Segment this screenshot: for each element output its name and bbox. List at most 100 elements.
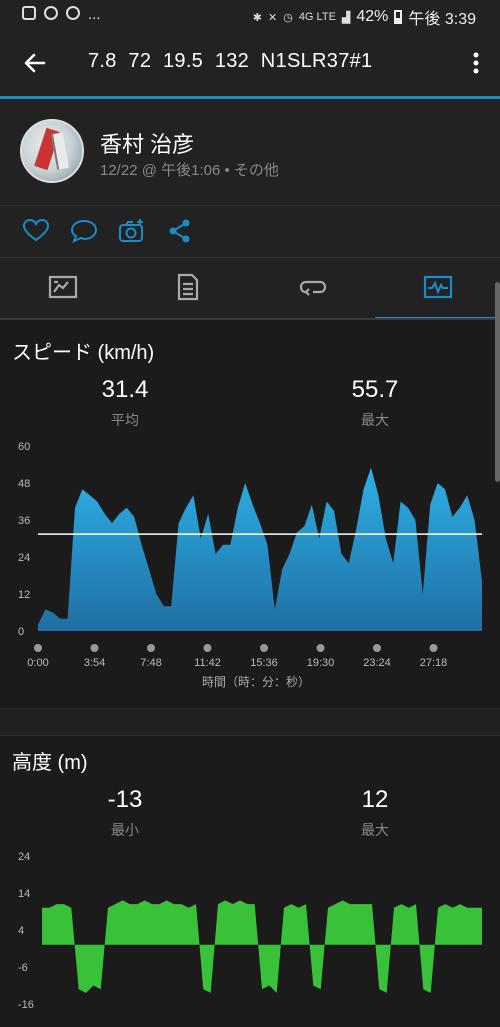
scrollbar[interactable] xyxy=(495,282,500,482)
x-tick-label: 11:42 xyxy=(194,657,221,669)
data-point xyxy=(254,904,255,905)
tab-map[interactable] xyxy=(0,258,125,320)
data-point xyxy=(178,523,179,524)
data-point xyxy=(341,553,342,554)
data-point xyxy=(188,907,189,908)
data-point xyxy=(313,985,314,986)
data-point xyxy=(430,504,431,505)
data-point xyxy=(291,904,292,905)
data-point xyxy=(474,519,475,520)
data-point xyxy=(239,900,240,901)
signal-icon: ▟ xyxy=(341,11,351,24)
data-point xyxy=(400,501,401,502)
data-point xyxy=(422,593,423,594)
data-point xyxy=(267,544,268,545)
arrow-left-icon[interactable] xyxy=(20,48,50,78)
data-point xyxy=(49,907,50,908)
data-point xyxy=(430,992,431,993)
data-point xyxy=(163,606,164,607)
data-point xyxy=(63,904,64,905)
data-point xyxy=(181,904,182,905)
elevation-max-label: 最大 xyxy=(361,822,389,838)
data-point xyxy=(222,544,223,545)
data-point xyxy=(269,985,270,986)
data-point xyxy=(119,513,120,514)
avatar[interactable] xyxy=(20,119,84,183)
elevation-min-label: 最小 xyxy=(111,822,139,838)
tab-charts[interactable] xyxy=(375,258,500,320)
share-icon[interactable] xyxy=(166,218,194,244)
data-point xyxy=(217,904,218,905)
section-gap xyxy=(0,708,500,736)
x-tick-label: 15:36 xyxy=(250,657,278,669)
x-tick-label: 27:18 xyxy=(420,657,448,669)
data-point xyxy=(474,907,475,908)
data-point xyxy=(364,904,365,905)
x-tick-label: 7:48 xyxy=(140,657,161,669)
data-point xyxy=(137,904,138,905)
data-point xyxy=(215,553,216,554)
data-point xyxy=(56,904,57,905)
data-point xyxy=(319,538,320,539)
y-tick-label: 24 xyxy=(18,552,30,564)
data-point xyxy=(408,907,409,908)
data-point xyxy=(386,992,387,993)
data-point xyxy=(67,618,68,619)
data-point xyxy=(247,904,248,905)
bluetooth-icon: ✱ xyxy=(252,11,262,24)
y-tick-label: 36 xyxy=(18,515,30,527)
elevation-area xyxy=(42,900,482,993)
speed-section-title: スピード (km/h) xyxy=(12,342,155,364)
data-point xyxy=(41,907,42,908)
speed-avg-value: 31.4 xyxy=(101,376,149,403)
map-icon xyxy=(48,275,78,299)
battery-icon xyxy=(394,10,403,24)
data-point xyxy=(283,907,284,908)
data-point xyxy=(82,489,83,490)
data-point xyxy=(357,904,358,905)
data-point xyxy=(159,904,160,905)
tab-divider xyxy=(0,318,500,320)
data-point xyxy=(107,907,108,908)
tab-details[interactable] xyxy=(125,258,250,320)
laps-icon xyxy=(299,280,327,296)
data-point xyxy=(452,907,453,908)
data-point xyxy=(225,900,226,901)
camera-add-icon[interactable] xyxy=(118,218,146,244)
data-point xyxy=(481,907,482,908)
data-point xyxy=(274,609,275,610)
x-tick-marker xyxy=(203,644,212,652)
data-point xyxy=(232,904,233,905)
data-point xyxy=(311,504,312,505)
comment-icon[interactable] xyxy=(70,218,98,244)
data-point xyxy=(415,519,416,520)
status-bar: ... ✱ ✕ ◷ 4G LTE ▟ 42% 午後 3:39 xyxy=(0,0,500,30)
data-point xyxy=(210,992,211,993)
data-point xyxy=(298,907,299,908)
user-name[interactable]: 香村 治彦 xyxy=(100,127,194,159)
data-point xyxy=(393,907,394,908)
data-point xyxy=(401,904,402,905)
speed-max-label: 最大 xyxy=(361,412,389,428)
data-point xyxy=(459,904,460,905)
speed-max-value: 55.7 xyxy=(351,376,399,403)
tab-laps[interactable] xyxy=(250,258,375,320)
x-tick-marker xyxy=(90,644,99,652)
data-point xyxy=(245,482,246,483)
y-tick-label: 14 xyxy=(18,888,30,900)
y-tick-label: 0 xyxy=(18,626,24,638)
data-point xyxy=(85,992,86,993)
activity-meta: 12/22 @ 午後1:06 • その他 xyxy=(100,162,279,179)
data-point xyxy=(193,495,194,496)
data-point xyxy=(126,507,127,508)
data-point xyxy=(134,516,135,517)
data-point xyxy=(171,606,172,607)
more-vert-icon[interactable] xyxy=(470,48,482,78)
mute-icon: ✕ xyxy=(267,11,278,24)
data-point xyxy=(326,501,327,502)
data-point xyxy=(445,904,446,905)
heart-icon[interactable] xyxy=(22,218,50,244)
data-point xyxy=(327,907,328,908)
data-point xyxy=(111,523,112,524)
power-icon xyxy=(66,6,80,20)
